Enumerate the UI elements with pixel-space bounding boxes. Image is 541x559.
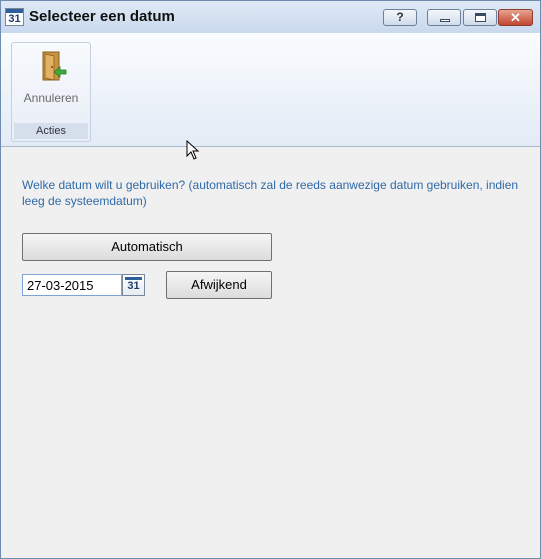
cancel-label: Annuleren (23, 91, 79, 105)
exit-door-icon (42, 51, 67, 81)
date-field[interactable] (22, 274, 122, 296)
dialog-window: 31 Selecteer een datum ? ✕ Annuleren Act… (0, 0, 541, 559)
close-icon: ✕ (510, 10, 521, 25)
group-label: Acties (14, 123, 88, 139)
window-title: Selecteer een datum (29, 8, 175, 25)
minimize-icon (440, 19, 450, 22)
deviate-button[interactable]: Afwijkend (166, 271, 272, 299)
mouse-pointer-icon (186, 140, 200, 160)
calendar-icon: 31 (127, 280, 140, 292)
close-button[interactable]: ✕ (498, 9, 533, 26)
calendar-app-icon: 31 (5, 8, 24, 26)
app-icon-number: 31 (8, 13, 21, 25)
title-bar[interactable]: 31 Selecteer een datum ? ✕ (1, 1, 540, 33)
dialog-content: Welke datum wilt u gebruiken? (automatis… (1, 147, 540, 558)
cancel-button[interactable]: Annuleren (12, 43, 90, 119)
ribbon-group-acties: Annuleren Acties (11, 42, 91, 142)
help-button[interactable]: ? (383, 9, 417, 26)
minimize-button[interactable] (427, 9, 461, 26)
maximize-button[interactable] (463, 9, 497, 26)
automatic-button[interactable]: Automatisch (22, 233, 272, 261)
maximize-icon (475, 13, 486, 22)
instruction-text: Welke datum wilt u gebruiken? (automatis… (22, 178, 519, 208)
help-icon: ? (396, 10, 404, 24)
calendar-picker-button[interactable]: 31 (122, 274, 145, 296)
ribbon: Annuleren Acties (1, 33, 540, 147)
